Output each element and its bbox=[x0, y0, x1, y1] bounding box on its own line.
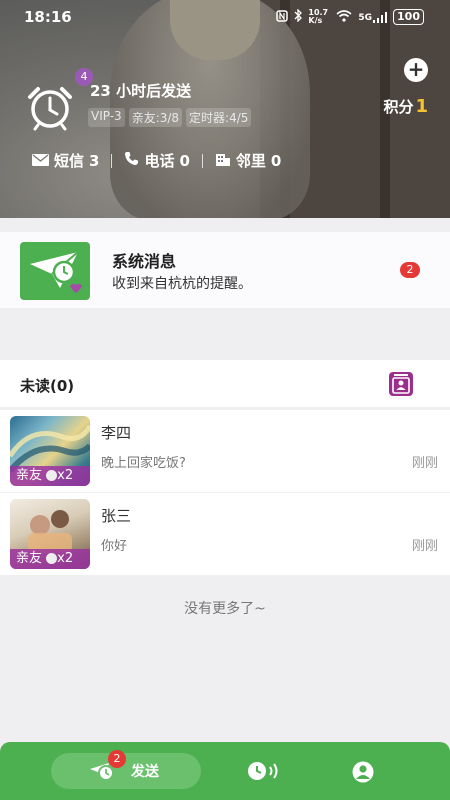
points-value: 1 bbox=[415, 96, 428, 117]
contact-name: 张三 bbox=[101, 507, 132, 525]
no-more-text: 没有更多了~ bbox=[184, 601, 266, 617]
points-display[interactable]: 积分 1 bbox=[383, 96, 428, 117]
clock-signal-icon[interactable] bbox=[247, 761, 281, 785]
alarm-clock-icon[interactable] bbox=[24, 83, 76, 131]
sms-label: 短信 bbox=[54, 152, 85, 170]
avatar: 亲友 x2 bbox=[10, 416, 90, 486]
battery-indicator: 100 bbox=[393, 9, 424, 25]
profile-icon[interactable] bbox=[350, 761, 376, 787]
phone-count: 0 bbox=[179, 151, 190, 170]
send-badge: 2 bbox=[108, 750, 126, 768]
relation-tag: 亲友 x2 bbox=[10, 549, 90, 569]
sms-count: 3 bbox=[89, 151, 100, 170]
friends-tag: 亲友:3/8 bbox=[128, 108, 183, 127]
counters-bar: 短信 3 电话 0 邻里 0 bbox=[32, 150, 281, 171]
send-label: 发送 bbox=[131, 764, 159, 780]
status-icons: 10.7 K/s 5G 100 bbox=[276, 8, 424, 25]
mail-icon bbox=[32, 152, 49, 170]
bottom-nav: 2 发送 bbox=[0, 742, 450, 800]
tab-send[interactable]: 2 发送 bbox=[51, 750, 201, 789]
status-bar: 18:16 10.7 K/s 5G 100 bbox=[0, 0, 450, 36]
message-preview: 晚上回家吃饭? bbox=[101, 456, 186, 471]
message-time: 刚刚 bbox=[411, 456, 438, 471]
bluetooth-icon bbox=[294, 8, 303, 25]
5g-signal-icon: 5G bbox=[358, 11, 388, 23]
neighbor-counter[interactable]: 邻里 0 bbox=[215, 150, 281, 171]
vip-tag: VIP-3 bbox=[88, 108, 125, 127]
avatar: 亲友 x2 bbox=[10, 499, 90, 569]
status-time: 18:16 bbox=[24, 8, 72, 26]
contact-name: 李四 bbox=[101, 424, 132, 442]
divider bbox=[111, 153, 113, 168]
send-time-text: 23 小时后发送 bbox=[90, 82, 192, 100]
relation-tag: 亲友 x2 bbox=[10, 466, 90, 486]
timer-tag: 定时器:4/5 bbox=[186, 108, 252, 127]
system-message-subtitle: 收到来自杭杭的提醒。 bbox=[112, 276, 252, 292]
phone-counter[interactable]: 电话 0 bbox=[124, 150, 190, 171]
message-row[interactable]: 亲友 x2 李四 晚上回家吃饭? 刚刚 bbox=[0, 410, 450, 492]
paper-plane-clock-icon bbox=[20, 242, 90, 300]
profile-header: 18:16 10.7 K/s 5G 100 4 23 小时后发送 VIP-3 亲… bbox=[0, 0, 450, 218]
phone-icon bbox=[124, 151, 139, 170]
message-row[interactable]: 亲友 x2 张三 你好 刚刚 bbox=[0, 493, 450, 575]
divider bbox=[201, 153, 203, 168]
unread-title: 未读(0) bbox=[20, 377, 75, 395]
system-message-title: 系统消息 bbox=[112, 252, 177, 271]
points-label: 积分 bbox=[383, 98, 414, 116]
nfc-icon bbox=[276, 9, 289, 25]
sms-counter[interactable]: 短信 3 bbox=[32, 150, 99, 171]
system-message-badge: 2 bbox=[400, 262, 420, 278]
message-preview: 你好 bbox=[101, 539, 128, 554]
add-button[interactable]: + bbox=[404, 58, 428, 82]
status-tags: VIP-3 亲友:3/8 定时器:4/5 bbox=[88, 108, 252, 127]
system-message-card[interactable]: 系统消息 收到来自杭杭的提醒。 2 bbox=[0, 232, 450, 308]
building-icon bbox=[215, 151, 231, 170]
neighbor-count: 0 bbox=[270, 151, 282, 170]
neighbor-label: 邻里 bbox=[235, 152, 266, 170]
unread-section-header: 未读(0) bbox=[0, 360, 450, 408]
phone-label: 电话 bbox=[144, 152, 175, 170]
speed-icon: 10.7 K/s bbox=[308, 8, 329, 25]
message-time: 刚刚 bbox=[411, 539, 438, 554]
contacts-icon[interactable] bbox=[389, 372, 413, 396]
wifi-icon bbox=[336, 9, 352, 25]
